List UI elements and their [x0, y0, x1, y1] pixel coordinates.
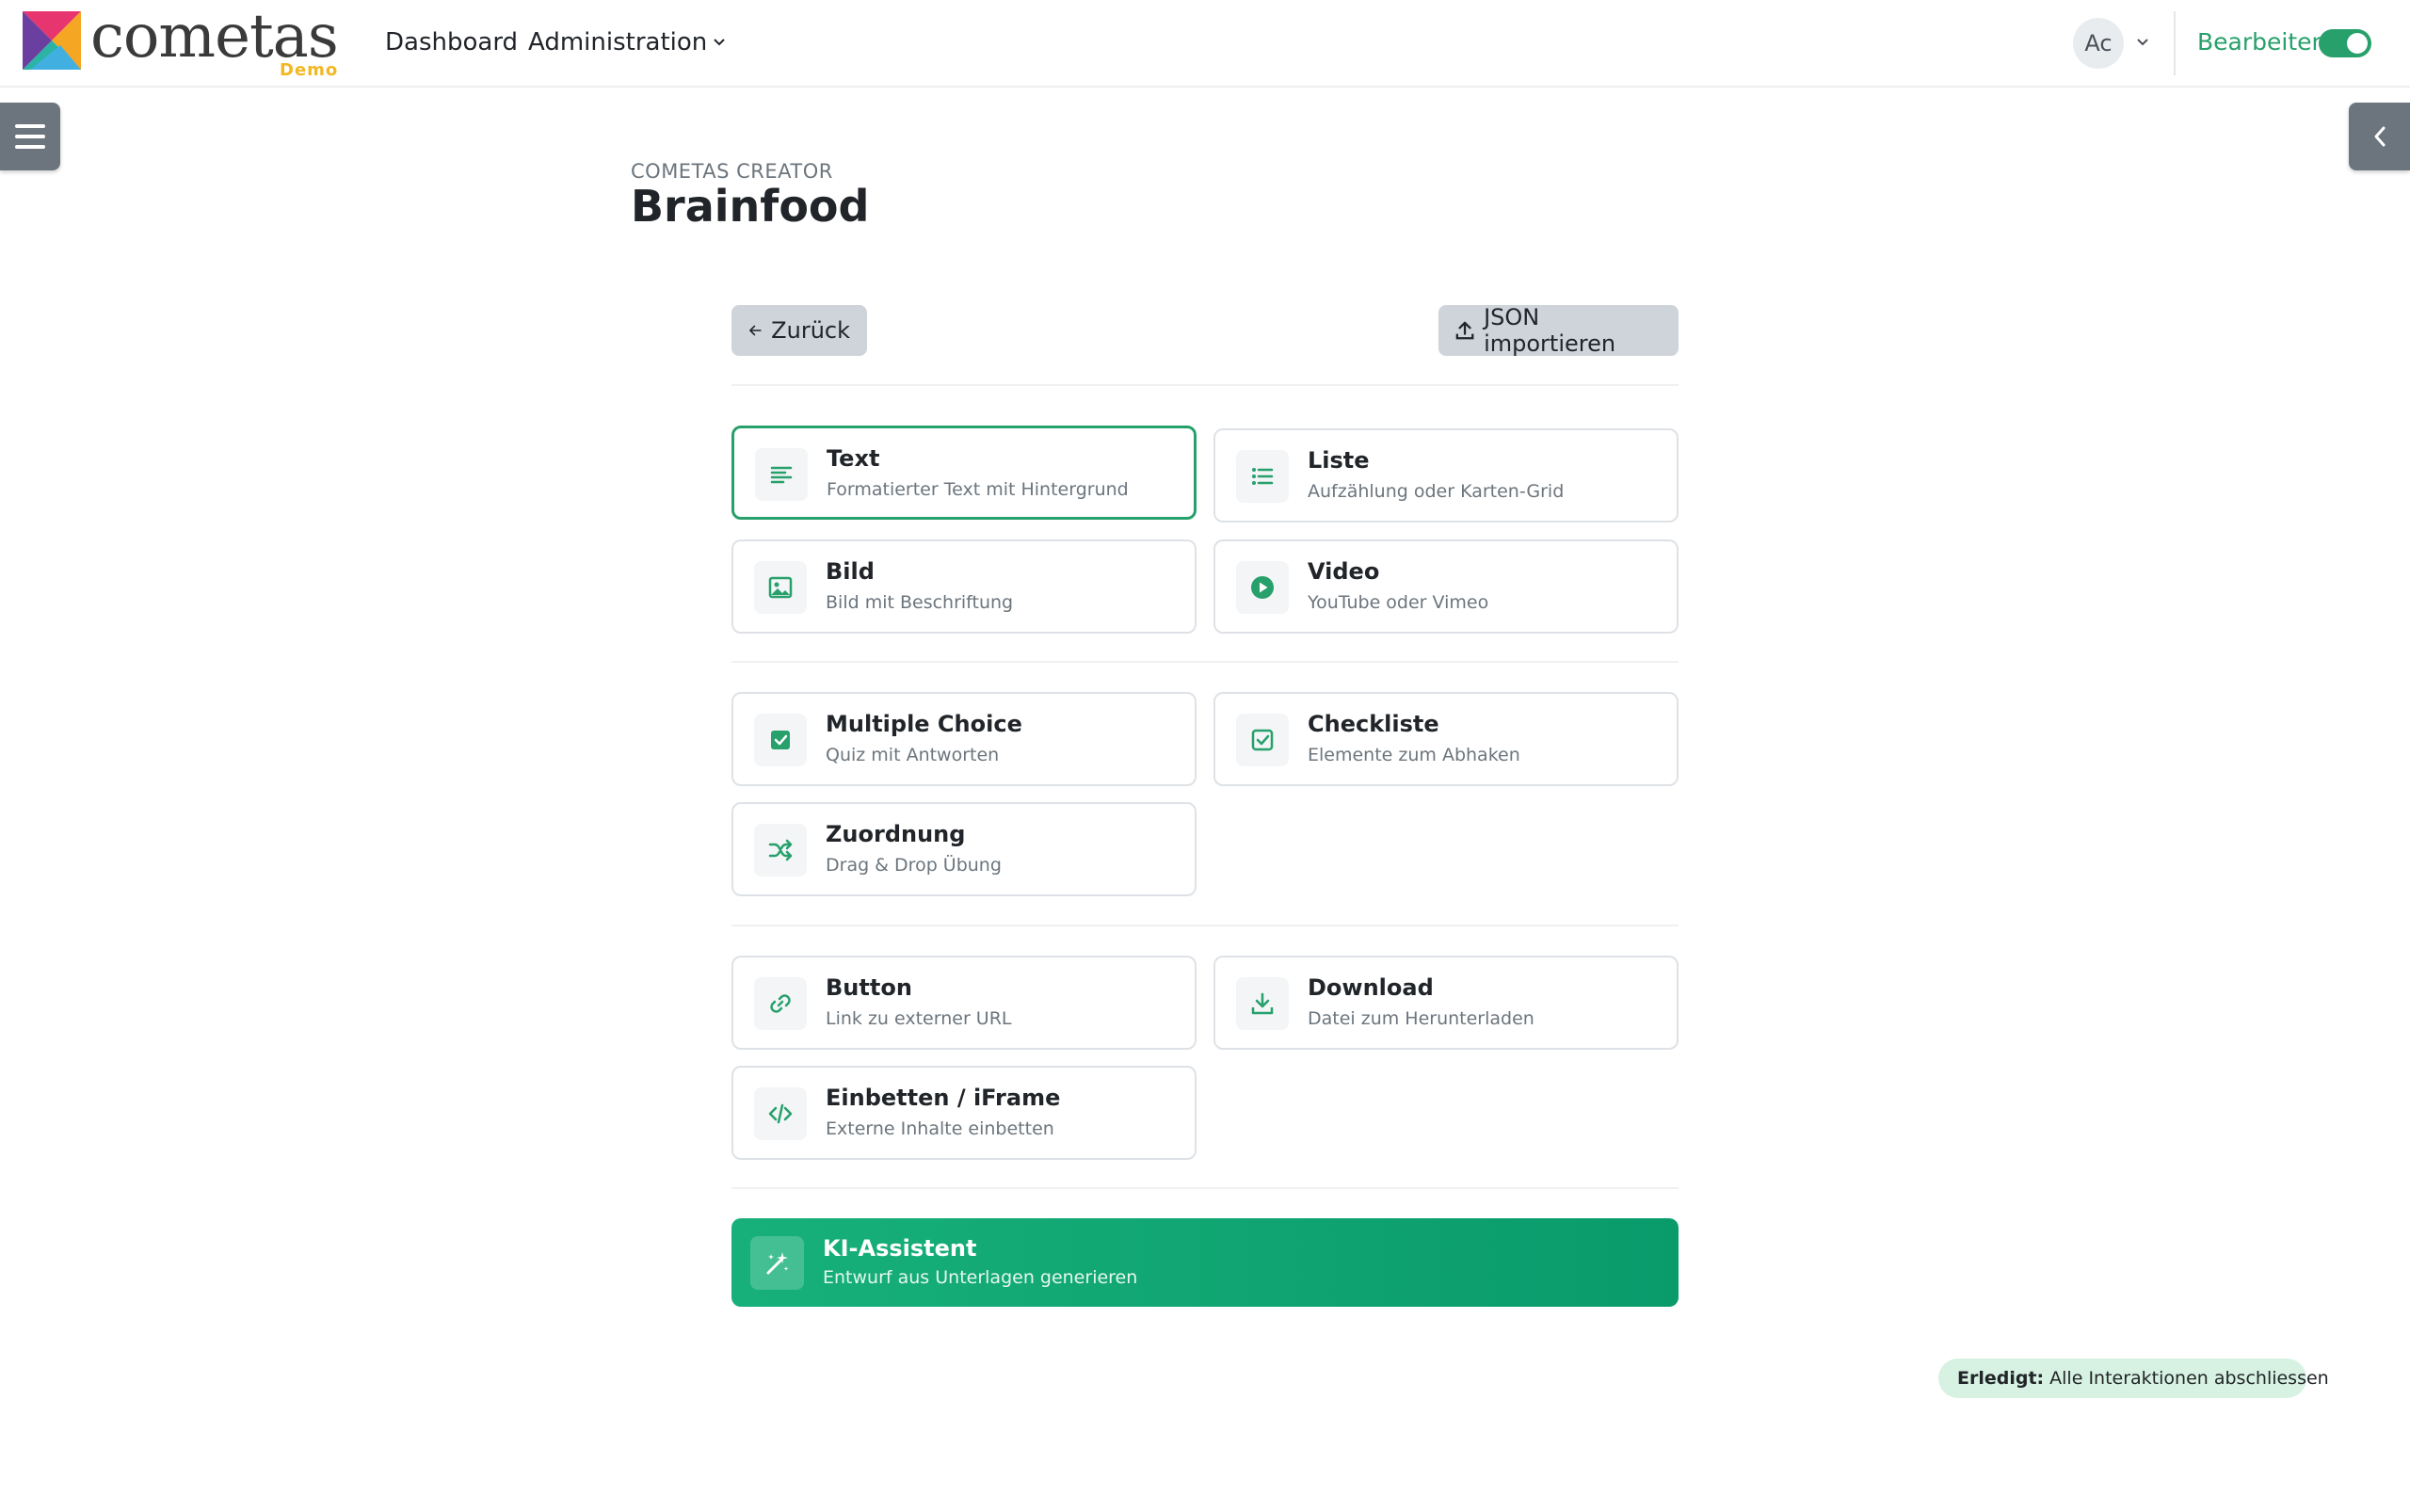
link-icon — [754, 977, 807, 1030]
edit-mode-label: Bearbeiten — [2197, 28, 2327, 56]
block-card-title: Checkliste — [1308, 711, 1439, 737]
top-navbar: cometas Demo Dashboard Administration Ac… — [0, 0, 2410, 88]
block-card-zuordnung[interactable]: Zuordnung Drag & Drop Übung — [731, 802, 1197, 896]
chevron-down-icon — [713, 32, 726, 52]
block-card-title: Liste — [1308, 447, 1370, 474]
image-icon — [754, 561, 807, 614]
block-card-subtitle: Drag & Drop Übung — [826, 855, 1002, 876]
block-card-liste[interactable]: Liste Aufzählung oder Karten-Grid — [1213, 428, 1679, 523]
block-card-embed-iframe[interactable]: Einbetten / iFrame Externe Inhalte einbe… — [731, 1066, 1197, 1160]
check-square-filled-icon — [754, 714, 807, 766]
block-card-subtitle: Elemente zum Abhaken — [1308, 745, 1520, 765]
block-card-title: Einbetten / iFrame — [826, 1085, 1061, 1111]
block-card-subtitle: Link zu externer URL — [826, 1008, 1012, 1029]
block-card-download[interactable]: Download Datei zum Herunterladen — [1213, 956, 1679, 1050]
block-card-title: Zuordnung — [826, 821, 966, 847]
align-left-icon — [755, 448, 808, 501]
right-panel-toggle[interactable] — [2349, 103, 2410, 170]
ai-assistant-subtitle: Entwurf aus Unterlagen generieren — [823, 1267, 1138, 1288]
block-card-subtitle: Externe Inhalte einbetten — [826, 1118, 1054, 1139]
shuffle-icon — [754, 824, 807, 877]
nav-administration-label: Administration — [528, 28, 708, 56]
block-card-title: Text — [827, 445, 880, 472]
divider — [731, 661, 1679, 663]
back-button[interactable]: Zurück — [731, 305, 867, 356]
block-card-title: Button — [826, 974, 912, 1001]
block-card-subtitle: Datei zum Herunterladen — [1308, 1008, 1534, 1029]
block-card-multiple-choice[interactable]: Multiple Choice Quiz mit Antworten — [731, 692, 1197, 786]
list-icon — [1236, 450, 1289, 503]
block-card-title: Multiple Choice — [826, 711, 1022, 737]
hamburger-icon-bar — [15, 135, 45, 138]
play-circle-icon — [1236, 561, 1289, 614]
back-button-label: Zurück — [771, 317, 850, 344]
divider — [731, 384, 1679, 386]
cometas-logo[interactable]: cometas Demo — [23, 2, 343, 83]
block-card-button[interactable]: Button Link zu externer URL — [731, 956, 1197, 1050]
status-label: Erledigt: — [1957, 1368, 2045, 1389]
import-json-button[interactable]: JSON importieren — [1438, 304, 1679, 357]
nav-dashboard-link[interactable]: Dashboard — [385, 28, 518, 56]
nav-administration-dropdown[interactable]: Administration — [528, 28, 726, 56]
arrow-left-icon — [749, 325, 762, 336]
block-card-subtitle: Aufzählung oder Karten-Grid — [1308, 481, 1565, 502]
hamburger-icon-bar — [15, 145, 45, 149]
download-icon — [1236, 977, 1289, 1030]
ai-assistant-button[interactable]: KI-Assistent Entwurf aus Unterlagen gene… — [731, 1218, 1679, 1307]
block-card-title: Download — [1308, 974, 1434, 1001]
completion-status-badge: Erledigt: Alle Interaktionen abschliesse… — [1938, 1359, 2329, 1398]
user-avatar[interactable]: Ac — [2073, 18, 2124, 69]
block-card-subtitle: Quiz mit Antworten — [826, 745, 1000, 765]
edit-mode-toggle[interactable] — [2319, 29, 2371, 57]
divider — [731, 1187, 1679, 1189]
block-card-text[interactable]: Text Formatierter Text mit Hintergrund — [731, 426, 1197, 520]
block-card-title: Bild — [826, 558, 875, 585]
check-square-icon — [1236, 714, 1289, 766]
page-title: Brainfood — [631, 181, 870, 232]
logo-mark-icon — [23, 11, 81, 70]
chevron-left-icon — [2374, 126, 2385, 147]
code-icon — [754, 1087, 807, 1140]
user-menu-chevron-icon[interactable] — [2133, 28, 2152, 56]
block-card-subtitle: Formatierter Text mit Hintergrund — [827, 479, 1129, 500]
status-text: Alle Interaktionen abschliessen — [2049, 1368, 2329, 1389]
block-card-title: Video — [1308, 558, 1380, 585]
logo-demo-badge: Demo — [280, 60, 339, 80]
import-json-label: JSON importieren — [1484, 304, 1616, 357]
page-eyebrow: COMETAS CREATOR — [631, 160, 833, 183]
block-card-checkliste[interactable]: Checkliste Elemente zum Abhaken — [1213, 692, 1679, 786]
magic-wand-icon — [750, 1236, 804, 1290]
ai-assistant-title: KI-Assistent — [823, 1235, 977, 1262]
block-card-subtitle: YouTube oder Vimeo — [1308, 592, 1489, 613]
hamburger-icon-bar — [15, 124, 45, 128]
sidebar-menu-button[interactable] — [0, 103, 60, 170]
divider — [731, 925, 1679, 926]
upload-icon — [1455, 321, 1474, 340]
block-card-bild[interactable]: Bild Bild mit Beschriftung — [731, 539, 1197, 634]
block-card-subtitle: Bild mit Beschriftung — [826, 592, 1014, 613]
header-divider — [2174, 11, 2176, 75]
block-card-video[interactable]: Video YouTube oder Vimeo — [1213, 539, 1679, 634]
